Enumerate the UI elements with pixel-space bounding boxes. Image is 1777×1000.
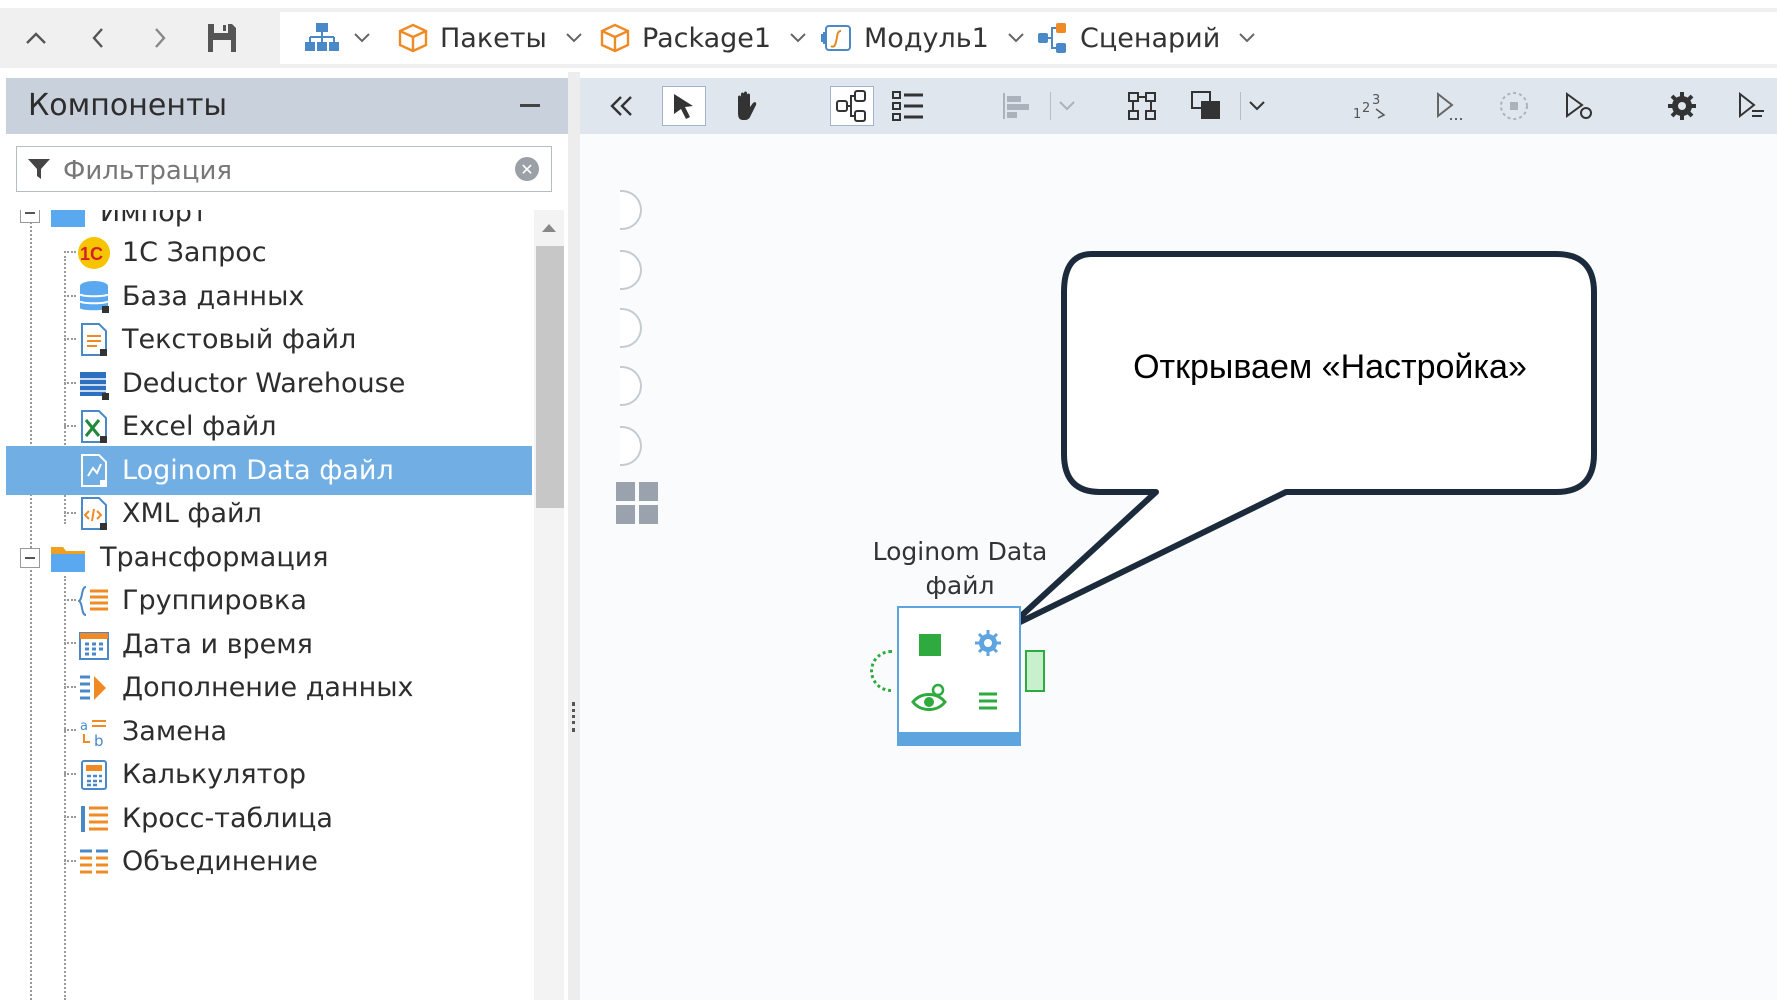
node-status-icon xyxy=(919,634,941,656)
loginom-data-file-node[interactable] xyxy=(897,606,1021,746)
list-icon[interactable] xyxy=(977,690,999,716)
callout-bubble xyxy=(1005,251,1597,631)
node-caption: Loginom Data файл xyxy=(872,537,1048,600)
node-output-port[interactable] xyxy=(1025,650,1045,692)
visualizer-icon[interactable] xyxy=(911,682,949,720)
callout-text: Открываем «Настройка» xyxy=(1133,348,1527,386)
settings-gear-icon[interactable] xyxy=(973,628,1003,662)
node-footer xyxy=(899,732,1019,744)
